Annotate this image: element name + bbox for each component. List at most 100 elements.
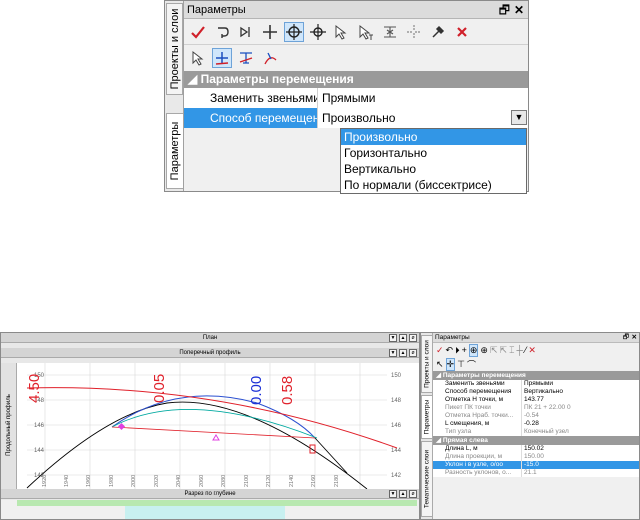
property-value[interactable]: Вертикально xyxy=(521,388,639,396)
property-row[interactable]: L смещения, м -0.28 xyxy=(433,420,639,428)
select-text-icon[interactable] xyxy=(356,22,376,42)
section-header-move-params[interactable]: ◢ Параметры перемещения xyxy=(184,71,528,88)
property-value[interactable]: -0.28 xyxy=(521,420,639,428)
add-point-icon[interactable] xyxy=(404,22,424,42)
section-header-left-line[interactable]: ◢ Прямая слева xyxy=(433,436,639,445)
normal-move-icon[interactable] xyxy=(260,48,280,68)
depth-section-bar[interactable]: Разрез по глубине ▼ ▲ ø xyxy=(1,489,419,499)
parameters-panel-small: Проекты и слои Параметры Тематические сл… xyxy=(420,332,640,520)
pin-icon[interactable]: ø xyxy=(409,349,417,357)
chevron-down-icon[interactable]: ▼ xyxy=(511,110,527,125)
dropdown-icon[interactable]: ▼ xyxy=(389,334,397,342)
move-method-select[interactable]: Произвольно ▼ xyxy=(317,108,528,128)
move-node-icon[interactable]: ⊕ xyxy=(468,343,479,357)
property-row[interactable]: Отметка Н точки, м 143.77 xyxy=(433,396,639,404)
vertex-end-icon[interactable] xyxy=(236,22,256,42)
property-row[interactable]: Длина L, м 150.02 xyxy=(433,445,639,453)
float-window-icon[interactable]: 🗗 xyxy=(623,333,629,343)
dropdown-option[interactable]: Вертикально xyxy=(341,161,526,177)
property-row[interactable]: Длина проекции, м 150.00 xyxy=(433,453,639,461)
plan-bar[interactable]: План ▼ ▲ ø xyxy=(1,333,419,343)
property-value[interactable]: 21.1 xyxy=(521,469,639,477)
property-row[interactable]: Уклон i в узле, о/оо -15.0 xyxy=(433,461,639,469)
undo-icon[interactable]: ↶ xyxy=(446,345,454,356)
depth-section-area[interactable] xyxy=(1,500,419,519)
property-value[interactable]: 143.77 xyxy=(521,396,639,404)
property-value[interactable]: ПК 21 + 22.00 0 xyxy=(521,404,639,412)
property-row[interactable]: Заменить звеньями Прямыми xyxy=(184,88,528,108)
property-value[interactable]: Прямыми xyxy=(521,380,639,388)
close-icon[interactable]: ✕ xyxy=(632,333,637,343)
vertex-end-icon[interactable]: ⏵ xyxy=(455,345,460,356)
profile-drawing[interactable]: 150 148 146 144 142 150 148 146 144 142 … xyxy=(17,363,419,489)
move-node-icon[interactable] xyxy=(284,21,304,42)
float-window-icon[interactable]: 🗗 xyxy=(499,1,510,19)
property-row[interactable]: Способ перемещения Вертикально xyxy=(433,388,639,396)
property-row[interactable]: Заменить звеньями Прямыми xyxy=(433,380,639,388)
property-value[interactable]: Конечный узел xyxy=(521,428,639,436)
delete-icon[interactable]: ✕ xyxy=(528,345,536,356)
normal-move-icon[interactable]: ⌒ xyxy=(467,358,476,371)
property-row[interactable]: Пикет ПК точки ПК 21 + 22.00 0 xyxy=(433,404,639,412)
move-node-alt-icon[interactable] xyxy=(308,22,328,42)
tab-parameters[interactable]: Параметры xyxy=(421,395,433,439)
expand-icon[interactable]: ▲ xyxy=(399,349,407,357)
pointer-icon[interactable]: ↖ xyxy=(436,359,444,370)
dropdown-option[interactable]: Произвольно xyxy=(341,129,526,145)
align-icon[interactable] xyxy=(380,22,400,42)
property-row[interactable]: Разность уклонов, о... 21.1 xyxy=(433,469,639,477)
pin-icon[interactable]: ø xyxy=(409,490,417,498)
expand-icon[interactable]: ▲ xyxy=(399,490,407,498)
property-row[interactable]: Отметка Нраб. точки... -0.54 xyxy=(433,412,639,420)
vertical-move-icon[interactable] xyxy=(236,48,256,68)
pointer-icon[interactable] xyxy=(188,48,208,68)
eyedropper-icon[interactable] xyxy=(428,22,448,42)
move-vertex-icon[interactable]: ✛ xyxy=(445,357,456,371)
property-row[interactable]: Тип узла Конечный узел xyxy=(433,428,639,436)
apply-check-icon[interactable] xyxy=(188,22,208,42)
dropdown-option[interactable]: По нормали (биссектрисе) xyxy=(341,177,526,193)
dropdown-icon[interactable]: ▼ xyxy=(389,349,397,357)
apply-check-icon[interactable]: ✓ xyxy=(436,345,444,356)
pin-icon[interactable]: ø xyxy=(409,334,417,342)
close-icon[interactable]: ✕ xyxy=(514,1,524,19)
tab-thematic-layers[interactable]: Тематические слои xyxy=(421,441,433,517)
panel-title: Параметры xyxy=(435,334,470,341)
add-cross-icon[interactable]: + xyxy=(462,345,467,355)
select-object-icon[interactable]: ⇱ xyxy=(490,345,498,356)
x-tick: 1960 xyxy=(86,475,92,487)
side-bar[interactable]: Продольный профиль xyxy=(1,363,17,491)
property-value[interactable]: -15.0 xyxy=(521,461,639,469)
elevation-label: 0.05 xyxy=(151,374,168,403)
property-value[interactable]: 150.00 xyxy=(521,453,639,461)
vertical-move-icon[interactable]: ⊤ xyxy=(457,359,465,370)
delete-icon[interactable] xyxy=(452,22,472,42)
property-value[interactable]: -0.54 xyxy=(521,412,639,420)
property-value[interactable]: Прямыми xyxy=(317,88,528,108)
section-header-move-params[interactable]: ◢ Параметры перемещения xyxy=(433,371,639,380)
select-text-icon[interactable]: ⇱ xyxy=(500,345,508,356)
add-point-icon[interactable]: ┼ xyxy=(516,345,522,355)
dropdown-icon[interactable]: ▼ xyxy=(389,490,397,498)
eyedropper-icon[interactable]: ⁄ xyxy=(525,345,527,355)
cross-profile-bar[interactable]: Поперечный профиль ▼ ▲ ø xyxy=(1,348,419,358)
expand-icon[interactable]: ▲ xyxy=(399,334,407,342)
panel-title-bar: Параметры 🗗 ✕ xyxy=(184,1,528,19)
tab-projects-layers[interactable]: Проекты и слои xyxy=(421,335,433,393)
x-tick: 1920 xyxy=(42,475,48,487)
toolbar-main: ✓ ↶ ⏵ + ⊕ ⊕ ⇱ ⇱ ⌶ ┼ ⁄ ✕ xyxy=(433,343,639,357)
tab-parameters[interactable]: Параметры xyxy=(166,113,183,189)
add-cross-icon[interactable] xyxy=(260,22,280,42)
elevation-label: 4.50 xyxy=(26,374,43,403)
y-tick: 148 xyxy=(391,398,402,404)
undo-icon[interactable] xyxy=(212,22,232,42)
move-vertex-icon[interactable] xyxy=(212,48,232,68)
property-row-selected[interactable]: Способ перемещения Произвольно ▼ xyxy=(184,108,528,128)
property-label: Отметка Нраб. точки... xyxy=(445,412,514,419)
property-value[interactable]: 150.02 xyxy=(521,445,639,453)
select-object-icon[interactable] xyxy=(332,22,352,42)
tab-projects-layers[interactable]: Проекты и слои xyxy=(166,3,183,95)
align-icon[interactable]: ⌶ xyxy=(509,345,514,356)
dropdown-option[interactable]: Горизонтально xyxy=(341,145,526,161)
move-node-alt-icon[interactable]: ⊕ xyxy=(480,345,488,356)
